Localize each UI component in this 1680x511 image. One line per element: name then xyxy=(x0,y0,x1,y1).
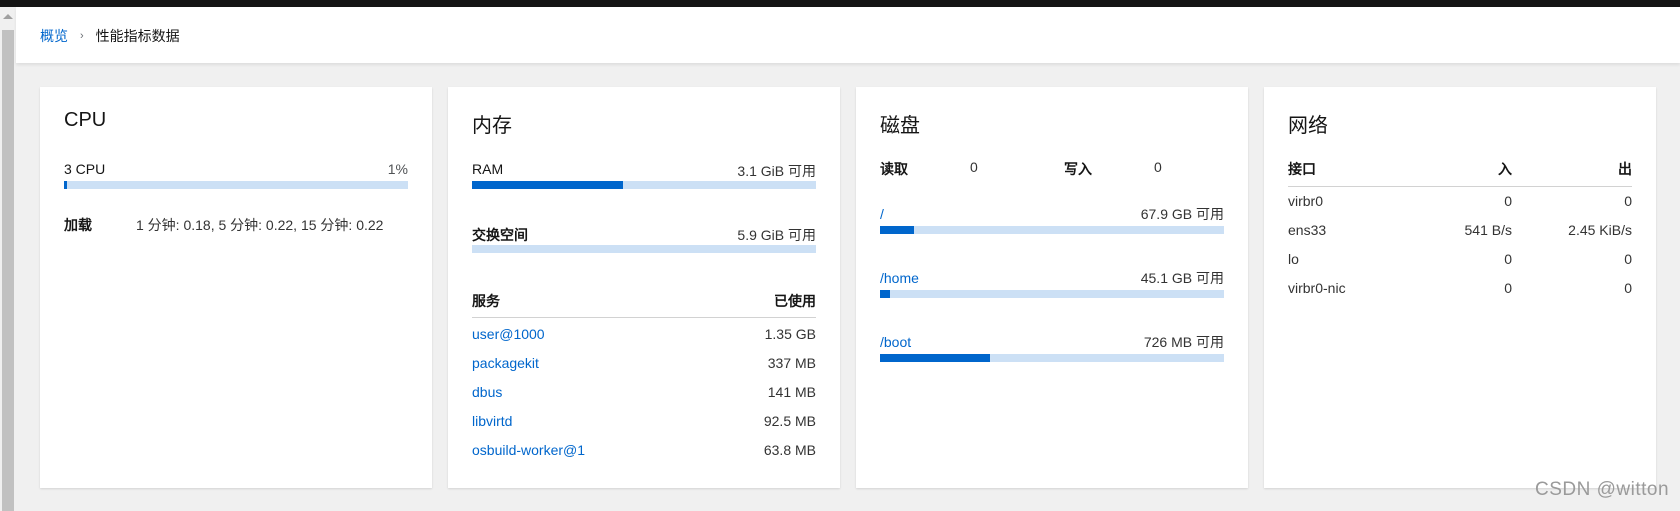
ram-available: 3.1 GiB 可用 xyxy=(737,163,816,179)
service-name-link[interactable]: libvirtd xyxy=(472,413,512,429)
swap-label: 交换空间 xyxy=(472,227,528,243)
watermark: CSDN @witton xyxy=(1535,479,1670,500)
read-label: 读取 xyxy=(880,161,908,177)
mount-usage-bar-fill xyxy=(880,354,991,362)
window-top-bar xyxy=(0,0,1680,7)
scroll-up-arrow-icon[interactable] xyxy=(3,14,13,19)
page-header: 概览 › 性能指标数据 xyxy=(16,7,1680,63)
service-name-link[interactable]: dbus xyxy=(472,384,502,400)
service-used-value: 337 MB xyxy=(767,355,816,371)
write-value: 0 xyxy=(1154,159,1162,175)
interface-in-rate: 541 B/s xyxy=(1464,222,1512,238)
swap-usage-bar xyxy=(472,245,816,253)
cpu-card: CPU 3 CPU 1% 加载 1 分钟: 0.18, 5 分钟: 0.22, … xyxy=(40,87,432,488)
interface-out-rate: 0 xyxy=(1624,193,1632,209)
service-used-value: 141 MB xyxy=(767,384,816,400)
in-header: 入 xyxy=(1498,161,1512,177)
mount-usage-bar xyxy=(880,354,1224,362)
mount-available: 726 MB 可用 xyxy=(1143,334,1224,350)
used-header: 已使用 xyxy=(774,293,816,309)
services-header: 服务 xyxy=(472,293,500,309)
ram-usage-bar-fill xyxy=(472,181,624,189)
ram-label: RAM xyxy=(472,161,504,177)
memory-card: 内存 RAM 3.1 GiB 可用 交换空间 5.9 GiB 可用 服务 已使用… xyxy=(448,87,840,488)
breadcrumb: 概览 › 性能指标数据 xyxy=(40,26,180,46)
interface-out-rate: 0 xyxy=(1624,251,1632,267)
service-name-link[interactable]: osbuild-worker@1 xyxy=(472,442,585,458)
scrollbar-thumb[interactable] xyxy=(2,30,14,511)
services-divider xyxy=(472,317,816,318)
card-title: 网络 xyxy=(1288,115,1328,137)
mount-usage-bar-fill xyxy=(880,290,891,298)
network-divider xyxy=(1288,186,1632,187)
swap-available: 5.9 GiB 可用 xyxy=(737,227,816,243)
read-value: 0 xyxy=(970,159,978,175)
mount-path-link[interactable]: /boot xyxy=(880,334,911,350)
card-title: 内存 xyxy=(472,115,512,137)
ram-usage-bar xyxy=(472,181,816,189)
disk-card: 磁盘 读取 0 写入 0 / 67.9 GB 可用/home 45.1 GB 可用 /… xyxy=(856,87,1248,488)
interface-out-rate: 0 xyxy=(1624,280,1632,296)
out-header: 出 xyxy=(1618,161,1632,177)
vertical-scrollbar[interactable] xyxy=(0,7,16,511)
mount-usage-bar xyxy=(880,290,1224,298)
interface-name: lo xyxy=(1288,251,1299,267)
mount-usage-bar-fill xyxy=(880,226,915,234)
interface-in-rate: 0 xyxy=(1504,280,1512,296)
service-used-value: 92.5 MB xyxy=(763,413,816,429)
load-label: 加载 xyxy=(64,217,92,233)
write-label: 写入 xyxy=(1064,161,1092,177)
breadcrumb-current: 性能指标数据 xyxy=(95,28,180,44)
interface-out-rate: 2.45 KiB/s xyxy=(1568,222,1632,238)
chevron-right-icon: › xyxy=(80,30,84,42)
interface-header: 接口 xyxy=(1288,161,1316,177)
interface-name: ens33 xyxy=(1288,222,1327,238)
cpu-usage-value: 1% xyxy=(387,161,408,177)
load-value: 1 分钟: 0.18, 5 分钟: 0.22, 15 分钟: 0.22 xyxy=(136,217,384,233)
card-title: CPU xyxy=(64,109,107,131)
mount-available: 45.1 GB 可用 xyxy=(1140,270,1224,286)
cpu-usage-bar-fill xyxy=(64,181,68,189)
interface-name: virbr0 xyxy=(1288,193,1324,209)
service-name-link[interactable]: packagekit xyxy=(472,355,539,371)
service-used-value: 1.35 GB xyxy=(764,326,816,342)
card-title: 磁盘 xyxy=(880,115,920,137)
service-used-value: 63.8 MB xyxy=(763,442,816,458)
service-name-link[interactable]: user@1000 xyxy=(472,326,545,342)
interface-in-rate: 0 xyxy=(1504,251,1512,267)
network-card: 网络 接口 入 出 virbr0 0 0 ens33 541 B/s 2.45 KiB/s… xyxy=(1264,87,1656,488)
interface-in-rate: 0 xyxy=(1504,193,1512,209)
mount-path-link[interactable]: / xyxy=(880,206,884,222)
interface-name: virbr0-nic xyxy=(1288,280,1346,296)
breadcrumb-overview-link[interactable]: 概览 xyxy=(40,26,68,46)
mount-usage-bar xyxy=(880,226,1224,234)
mount-path-link[interactable]: /home xyxy=(880,270,919,286)
cpu-usage-bar xyxy=(64,181,408,189)
mount-available: 67.9 GB 可用 xyxy=(1140,206,1224,222)
cpu-count-label: 3 CPU xyxy=(64,161,106,177)
